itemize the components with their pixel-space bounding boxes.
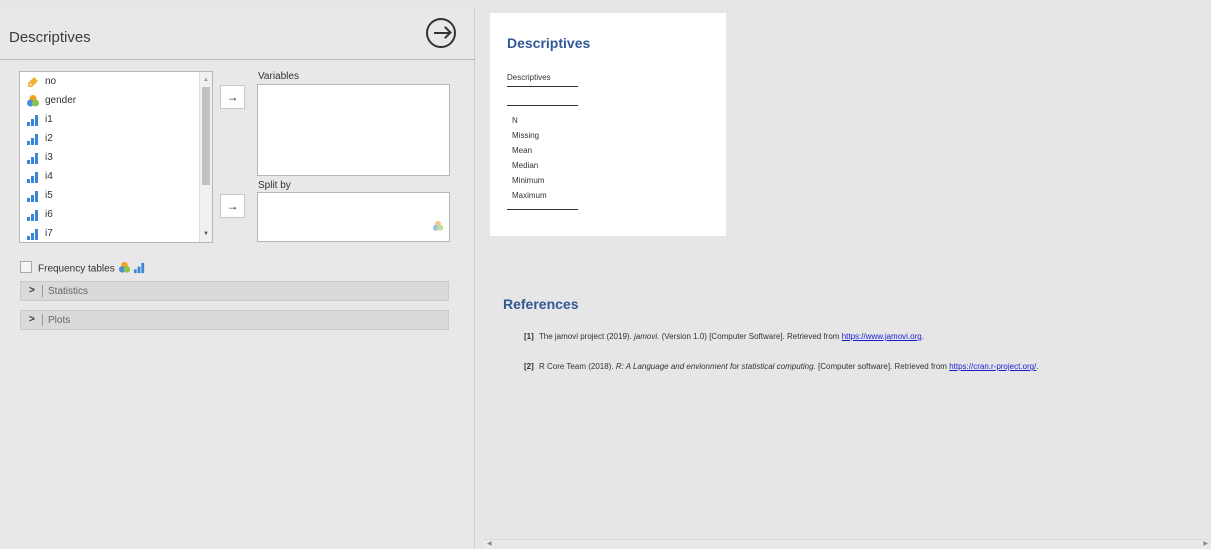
results-panel: Descriptives Descriptives N Missing Mean… <box>484 7 1211 549</box>
descriptives-result[interactable]: Descriptives Descriptives N Missing Mean… <box>490 13 726 236</box>
reference-item: [2] R Core Team (2018). R: A Language an… <box>524 362 1039 371</box>
variable-name: i3 <box>45 152 53 163</box>
reference-number: [1] <box>524 332 534 341</box>
panel-title: Descriptives <box>9 29 91 46</box>
table-rule <box>507 105 578 106</box>
list-item[interactable]: i3 <box>20 148 212 167</box>
reference-link[interactable]: https://cran.r-project.org/ <box>949 362 1036 371</box>
variable-name: i4 <box>45 171 53 182</box>
scroll-down-icon[interactable]: ▼ <box>200 228 212 240</box>
continuous-icon <box>26 151 40 165</box>
frequency-tables-text: Frequency tables <box>38 263 115 275</box>
variables-label: Variables <box>258 71 299 82</box>
list-item[interactable]: i4 <box>20 167 212 186</box>
reference-text: [Computer software]. Retrieved from <box>818 362 947 371</box>
continuous-icon <box>26 132 40 146</box>
reference-text: (Version 1.0) [Computer Software]. Retri… <box>661 332 840 341</box>
variable-name: i1 <box>45 114 53 125</box>
variable-name: gender <box>45 95 77 106</box>
reference-link[interactable]: https://www.jamovi.org <box>842 332 922 341</box>
split-by-box[interactable] <box>257 192 450 242</box>
reference-item: [1] The jamovi project (2019). jamovi. (… <box>524 332 924 341</box>
stat-row-label: N <box>512 116 518 125</box>
nominal-icon <box>118 261 134 277</box>
collapse-options-button[interactable] <box>426 18 456 48</box>
scroll-left-icon[interactable]: ◀ <box>487 540 492 549</box>
scroll-up-icon[interactable]: ▲ <box>200 74 212 86</box>
continuous-icon <box>26 113 40 127</box>
reference-title: jamovi. <box>634 332 660 341</box>
table-caption: Descriptives <box>507 73 551 82</box>
move-to-variables-button[interactable]: → <box>220 85 245 109</box>
list-item[interactable]: i2 <box>20 129 212 148</box>
variables-box[interactable] <box>257 84 450 176</box>
list-item[interactable]: i5 <box>20 186 212 205</box>
continuous-icon <box>26 170 40 184</box>
continuous-icon <box>26 227 40 241</box>
horizontal-scrollbar[interactable]: ◀ ▶ <box>484 539 1211 549</box>
nominal-icon <box>26 94 40 108</box>
section-label: Statistics <box>48 286 89 297</box>
options-panel: Descriptives no gender i1 i2 i3 i4 i5 i6… <box>0 7 475 549</box>
section-label: Plots <box>48 315 71 326</box>
references-heading: References <box>503 296 579 312</box>
variable-name: i6 <box>45 209 53 220</box>
scroll-right-icon[interactable]: ▶ <box>1203 540 1208 549</box>
nominal-icon <box>432 219 444 237</box>
list-scrollbar[interactable]: ▲ ▼ <box>199 72 212 242</box>
list-item[interactable]: i7 <box>20 224 212 242</box>
chevron-right-icon: > <box>29 314 35 325</box>
scroll-thumb[interactable] <box>202 87 210 185</box>
reference-text: The jamovi project (2019). <box>538 332 632 341</box>
stat-row-label: Mean <box>512 146 533 155</box>
variable-list[interactable]: no gender i1 i2 i3 i4 i5 i6 i7 ▲ ▼ <box>19 71 213 243</box>
reference-number: [2] <box>524 362 534 371</box>
stat-row-label: Minimum <box>512 176 545 185</box>
list-item[interactable]: gender <box>20 91 212 110</box>
variable-name: i7 <box>45 228 53 239</box>
statistics-section-header[interactable]: > Statistics <box>20 281 449 301</box>
reference-title: R: A Language and envionment for statist… <box>615 362 816 371</box>
nominal-text-icon <box>26 75 40 89</box>
stat-row-label: Maximum <box>512 191 547 200</box>
title-divider <box>0 59 475 60</box>
continuous-icon <box>26 208 40 222</box>
frequency-tables-label: Frequency tables <box>38 261 146 277</box>
reference-text: R Core Team (2018). <box>539 362 614 371</box>
result-heading: Descriptives <box>507 35 591 51</box>
move-to-split-by-button[interactable]: → <box>220 194 245 218</box>
table-rule <box>507 86 578 87</box>
list-item[interactable]: no <box>20 72 212 91</box>
list-item[interactable]: i1 <box>20 110 212 129</box>
variable-name: i5 <box>45 190 53 201</box>
stat-row-label: Missing <box>512 131 540 140</box>
table-rule <box>507 209 578 210</box>
plots-section-header[interactable]: > Plots <box>20 310 449 330</box>
variable-name: no <box>45 76 57 87</box>
chevron-right-icon: > <box>29 285 35 296</box>
list-item[interactable]: i6 <box>20 205 212 224</box>
continuous-icon <box>26 189 40 203</box>
frequency-tables-checkbox[interactable] <box>20 261 32 273</box>
stat-row-label: Median <box>512 161 539 170</box>
continuous-icon <box>133 262 146 277</box>
variable-name: i2 <box>45 133 53 144</box>
split-by-label: Split by <box>258 180 291 191</box>
